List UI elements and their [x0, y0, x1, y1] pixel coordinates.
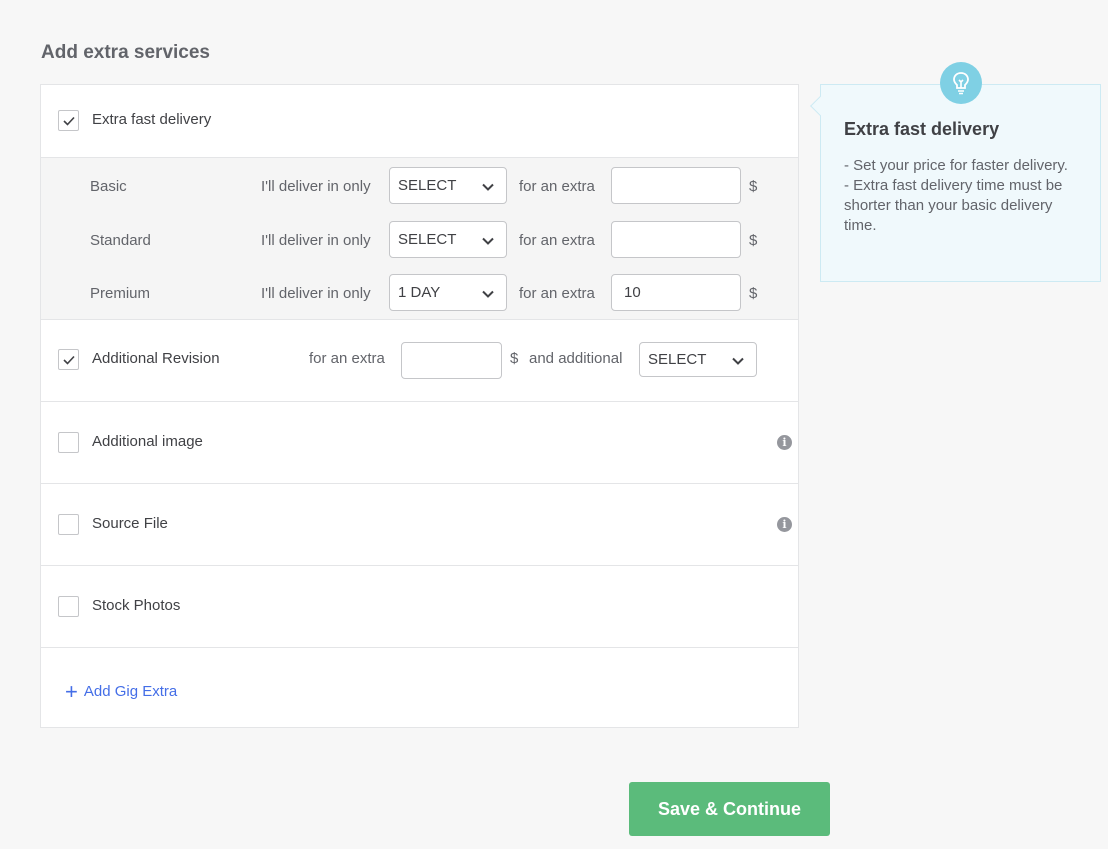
revision-count-select[interactable]: SELECT: [639, 342, 757, 377]
lightbulb-icon: [940, 62, 982, 104]
price-input[interactable]: [611, 221, 741, 258]
additional-revision-row: Additional Revision for an extra $ and a…: [41, 320, 798, 402]
source-file-label: Source File: [92, 515, 168, 532]
info-icon[interactable]: i: [777, 517, 792, 532]
section-title: Add extra services: [41, 42, 210, 63]
delivery-time-select[interactable]: SELECT: [389, 167, 507, 204]
tier-name: Standard: [90, 232, 151, 249]
chevron-down-icon: [732, 357, 744, 365]
select-value: SELECT: [398, 231, 457, 248]
tier-name: Basic: [90, 178, 127, 195]
checkmark-icon: [63, 116, 75, 126]
currency-label: $: [749, 285, 758, 302]
plus-icon: +: [65, 679, 78, 704]
currency-label: $: [510, 350, 519, 367]
tip-title: Extra fast delivery: [844, 119, 1000, 139]
tier-row-premium: Premium I'll deliver in only 1 DAY for a…: [41, 274, 798, 314]
tip-arrow: [810, 96, 830, 116]
stock-photos-row: Stock Photos: [41, 566, 798, 648]
stock-photos-label: Stock Photos: [92, 597, 181, 614]
tip-panel: Extra fast delivery - Set your price for…: [810, 84, 1101, 282]
tip-line: - Extra fast delivery time must be short…: [844, 177, 1063, 234]
deliver-text: I'll deliver in only: [261, 285, 371, 302]
source-file-checkbox[interactable]: [58, 514, 79, 535]
currency-label: $: [749, 178, 758, 195]
tip-line: - Set your price for faster delivery.: [844, 157, 1068, 174]
additional-revision-checkbox[interactable]: [58, 349, 79, 370]
chevron-down-icon: [482, 183, 494, 191]
tip-body: - Set your price for faster delivery. - …: [844, 156, 1084, 236]
additional-text: and additional: [529, 350, 623, 367]
extra-text: for an extra: [519, 232, 595, 249]
delivery-time-select[interactable]: 1 DAY: [389, 274, 507, 311]
add-gig-extra-label: Add Gig Extra: [83, 683, 178, 700]
tier-name: Premium: [90, 285, 151, 302]
fast-delivery-tiers: Basic I'll deliver in only SELECT for an…: [41, 158, 798, 320]
delivery-time-select[interactable]: SELECT: [389, 221, 507, 258]
additional-image-checkbox[interactable]: [58, 432, 79, 453]
deliver-text: I'll deliver in only: [261, 178, 371, 195]
chevron-down-icon: [482, 290, 494, 298]
extra-text: for an extra: [519, 285, 595, 302]
extra-text: for an extra: [519, 178, 595, 195]
select-value: 1 DAY: [398, 284, 441, 301]
extra-fast-delivery-label: Extra fast delivery: [92, 111, 212, 128]
additional-image-row: Additional image i: [41, 402, 798, 484]
additional-revision-label: Additional Revision: [92, 350, 220, 367]
currency-label: $: [749, 232, 758, 249]
stock-photos-checkbox[interactable]: [58, 596, 79, 617]
extra-fast-delivery-row: Extra fast delivery: [41, 85, 798, 158]
select-value: SELECT: [398, 177, 457, 194]
tier-row-standard: Standard I'll deliver in only SELECT for…: [41, 221, 798, 261]
tier-row-basic: Basic I'll deliver in only SELECT for an…: [41, 167, 798, 207]
select-value: SELECT: [648, 351, 707, 368]
extra-fast-delivery-checkbox[interactable]: [58, 110, 79, 131]
extras-panel: Extra fast delivery Basic I'll deliver i…: [40, 84, 799, 728]
source-file-row: Source File i: [41, 484, 798, 566]
price-input[interactable]: [611, 274, 741, 311]
checkmark-icon: [63, 355, 75, 365]
price-input[interactable]: [611, 167, 741, 204]
chevron-down-icon: [482, 237, 494, 245]
deliver-text: I'll deliver in only: [261, 232, 371, 249]
save-continue-button[interactable]: Save & Continue: [629, 782, 830, 836]
additional-image-label: Additional image: [92, 433, 203, 450]
extra-text: for an extra: [309, 350, 385, 367]
revision-price-input[interactable]: [401, 342, 502, 379]
info-icon[interactable]: i: [777, 435, 792, 450]
add-gig-extra-link[interactable]: + Add Gig Extra: [65, 679, 177, 705]
